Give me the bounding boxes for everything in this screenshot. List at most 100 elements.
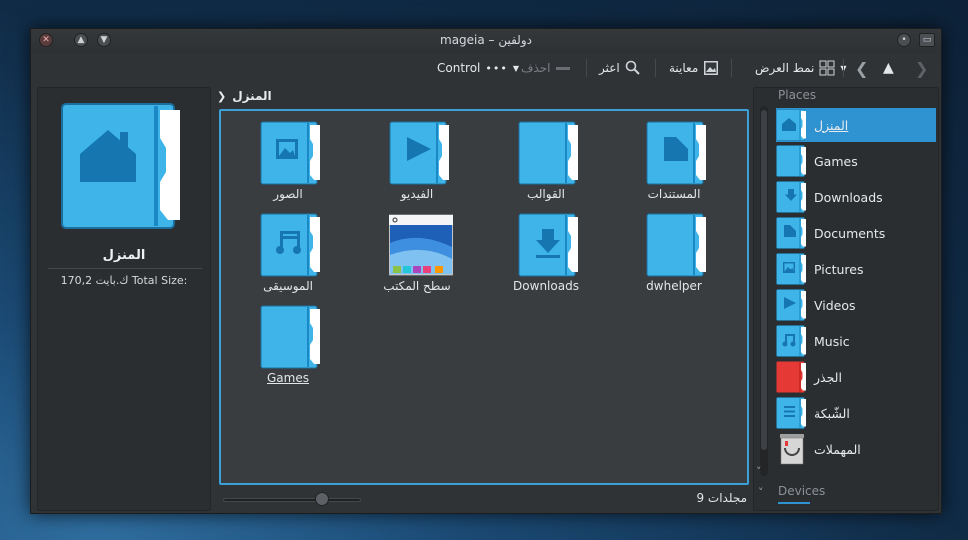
folder-item-desktop[interactable]: سطح المكتب [362,209,472,297]
minus-icon [555,66,570,70]
chevron-down-icon: ▼ [512,63,520,73]
pictures-icon [776,253,808,285]
find-button[interactable]: اعثر [599,57,641,79]
folder-label: القوالب [526,187,566,201]
places-item-documents[interactable]: Documents [776,216,936,250]
title-bar: ✕ ▲ ▼ mageia – دولفين • ▭ [31,29,941,53]
music-icon [776,325,808,357]
icons-view-icon [819,60,835,76]
information-panel: المنزل 170,2 ك.بايت Total Size: [37,87,211,511]
places-item-label: Videos [814,297,856,313]
folder-item-dwhelper[interactable]: dwhelper [619,209,729,297]
view-mode-button[interactable]: نمط العرض ▼ [755,57,847,79]
places-item-label: Documents [814,225,886,241]
folder-item-pictures[interactable]: الصور [233,117,343,205]
maximize-icon: ▭ [922,34,932,45]
folder-item-videos[interactable]: الفيديو [362,117,472,205]
devices-header[interactable]: Devices [778,484,825,498]
toolbar-separator [731,59,732,77]
places-header[interactable]: Places [778,88,816,102]
music-icon [260,213,324,277]
documents-icon [776,217,808,249]
toolbar: Control ••• ▼ احذف اعثر معاينة نمط العرض… [31,53,941,83]
window-title: mageia – دولفين [440,33,532,47]
zoom-slider-track[interactable] [223,498,361,502]
chevron-left-icon: ❮ [855,58,869,78]
places-item-downloads[interactable]: Downloads [776,180,936,214]
window-menu-button[interactable]: • [897,33,911,47]
places-item-games[interactable]: Games [776,144,936,178]
video-icon [776,289,808,321]
chevron-right-icon: ❯ [217,89,227,103]
find-label: اعثر [599,61,620,75]
desktop-icon [389,214,453,276]
image-preview-icon [704,61,719,75]
places-panel: Places المنزل Games Downloads Documents … [753,87,939,511]
pictures-icon [260,121,324,185]
maximize-button[interactable]: ▭ [919,33,935,47]
control-label: Control [437,61,481,75]
trash-icon [780,434,804,465]
folder-label: Downloads [513,279,579,293]
delete-button[interactable]: احذف [521,57,570,79]
control-menu-button[interactable]: Control ••• ▼ [437,57,519,79]
folder-item-games[interactable]: Games [233,301,343,389]
root-folder-icon [776,361,806,393]
back-button[interactable]: ❮ [855,57,868,79]
folder-item-templates[interactable]: القوالب [491,117,601,205]
forward-button[interactable]: ❯ [915,57,928,79]
folder-icon [518,121,582,185]
status-folder-count: 9 مجلدات [696,491,747,505]
divider [48,268,202,269]
folder-item-downloads[interactable]: Downloads [491,209,601,297]
places-item-label: الشّبكة [814,405,850,421]
chevron-down-icon[interactable]: ˅ [758,486,764,499]
breadcrumb[interactable]: ❯ المنزل [217,87,272,105]
dots-menu-icon: ••• [485,61,508,75]
info-total-size: 170,2 ك.بايت Total Size: [60,274,188,287]
dolphin-window: ✕ ▲ ▼ mageia – دولفين • ▭ Control ••• ▼ … [30,28,942,514]
preview-toggle-button[interactable]: معاينة [669,57,719,79]
folder-item-documents[interactable]: المستندات [619,117,729,205]
documents-icon [646,121,710,185]
places-item-label: Music [814,333,850,349]
places-item-label: المنزل [814,117,849,133]
up-button[interactable]: ▲ [883,57,894,79]
download-icon [518,213,582,277]
folder-icon [646,213,710,277]
places-item-label: Pictures [814,261,864,277]
places-item-home[interactable]: المنزل [776,108,936,142]
folder-label: الفيديو [400,187,434,201]
folder-view[interactable]: الصور الفيديو القوالب المستندات الموسيقى [219,109,749,485]
delete-label: احذف [521,61,551,75]
download-icon [776,181,808,213]
places-item-videos[interactable]: Videos [776,288,936,322]
scroll-down-icon[interactable]: ˅ [756,465,762,478]
places-item-pictures[interactable]: Pictures [776,252,936,286]
network-icon [776,397,808,429]
places-item-root[interactable]: الجذر [776,360,936,394]
info-folder-name: المنزل [102,248,146,263]
folder-icon [260,305,324,369]
places-item-trash[interactable]: المهملات [776,432,936,466]
places-item-music[interactable]: Music [776,324,936,358]
folder-label: سطح المكتب [383,279,451,293]
home-folder-large-icon [60,102,188,230]
preview-label: معاينة [669,61,699,75]
chevron-right-icon: ❯ [915,58,929,78]
places-item-label: الجذر [814,369,842,385]
breadcrumb-home[interactable]: المنزل [232,89,271,103]
places-item-label: Downloads [814,189,883,205]
places-item-network[interactable]: الشّبكة [776,396,936,430]
dot-icon: • [901,34,907,45]
folder-label: الموسيقى [263,279,313,293]
folder-label: dwhelper [646,279,702,293]
arrow-up-icon: ▲ [883,60,894,76]
toolbar-separator [586,59,587,77]
toolbar-separator [843,59,844,77]
folder-item-music[interactable]: الموسيقى [233,209,343,297]
places-item-label: Games [814,153,858,169]
places-scrollbar-thumb[interactable] [761,110,767,450]
zoom-slider-handle[interactable] [315,492,329,506]
search-icon [625,60,640,75]
